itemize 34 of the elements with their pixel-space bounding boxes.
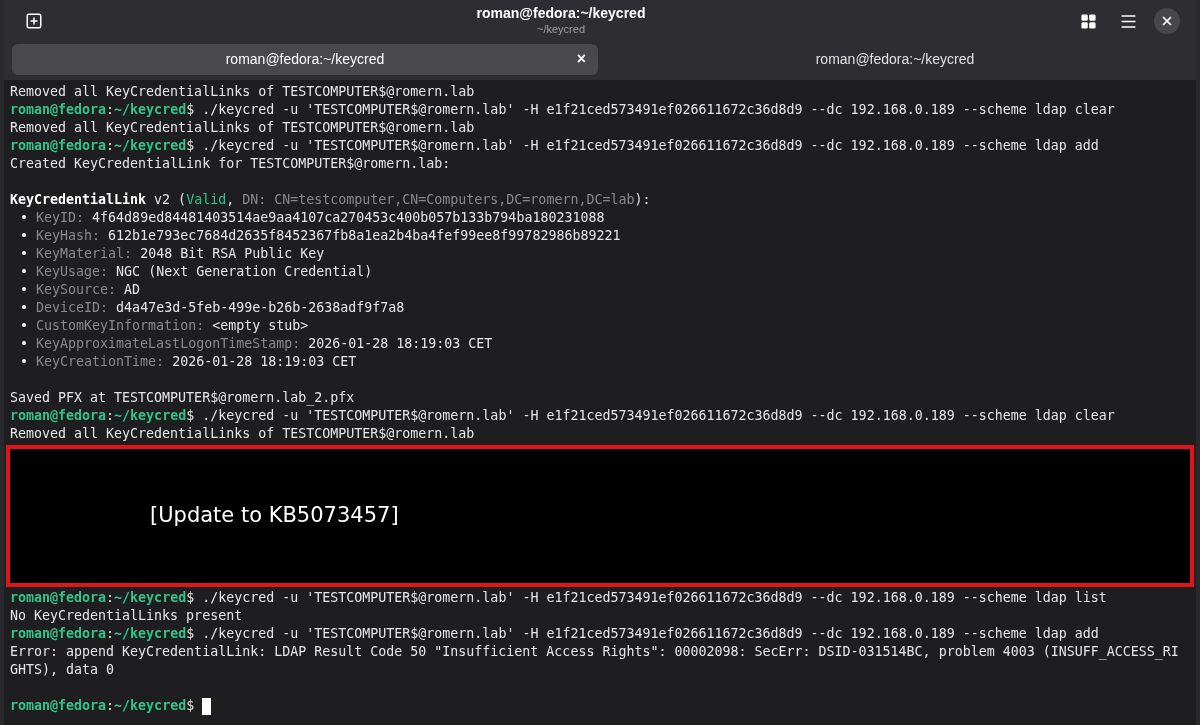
terminal-line: • KeyApproximateLastLogonTimeStamp: 2026-01-28 18:19:03 CET bbox=[19, 335, 493, 353]
terminal-line: Saved PFX at TESTCOMPUTER$@romern.lab_2.pfx bbox=[10, 389, 355, 407]
terminal-line: roman@fedora:~/keycred$ bbox=[10, 697, 195, 715]
terminal-line: roman@fedora:~/keycred$ ./keycred -u 'TESTCOMPUTER$@romern.lab' -H e1f21ced573491ef026611672c36d8d9 --dc 192.168.0.189 --scheme ldap add bbox=[10, 625, 1099, 643]
terminal-line: Removed all KeyCredentialLinks of TESTCOMPUTER$@romern.lab bbox=[10, 425, 475, 443]
terminal-line: • DeviceID: d4a47e3d-5feb-499e-b26b-2638adf9f7a8 bbox=[19, 299, 405, 317]
tab-close-button[interactable]: × bbox=[576, 47, 586, 71]
terminal-line: • KeyCreationTime: 2026-01-28 18:19:03 CET bbox=[19, 353, 357, 371]
terminal-line: No KeyCredentialLinks present bbox=[10, 607, 243, 625]
terminal-line: KeyCredentialLink v2 (Valid, DN: CN=testcomputer,CN=Computers,DC=romern,DC=lab): bbox=[10, 191, 651, 209]
terminal-line: roman@fedora:~/keycred$ ./keycred -u 'TESTCOMPUTER$@romern.lab' -H e1f21ced573491ef026611672c36d8d9 --dc 192.168.0.189 --scheme ldap list bbox=[10, 589, 1107, 607]
new-tab-icon bbox=[25, 12, 43, 30]
terminal-line: Created KeyCredentialLink for TESTCOMPUTER$@romern.lab: bbox=[10, 155, 451, 173]
terminal-line: • CustomKeyInformation: <empty stub> bbox=[19, 317, 309, 335]
terminal-tab[interactable]: roman@fedora:~/keycred × bbox=[12, 43, 598, 75]
terminal-line: • KeyHash: 612b1e793ec7684d2635f8452367fb8a1ea2b4ba4fef99ee8f99782986b89221 bbox=[19, 227, 621, 245]
terminal-line: roman@fedora:~/keycred$ ./keycred -u 'TESTCOMPUTER$@romern.lab' -H e1f21ced573491ef026611672c36d8d9 --dc 192.168.0.189 --scheme ldap clear bbox=[10, 101, 1115, 119]
terminal-line: • KeySource: AD bbox=[19, 281, 141, 299]
terminal-line: roman@fedora:~/keycred$ ./keycred -u 'TESTCOMPUTER$@romern.lab' -H e1f21ced573491ef026611672c36d8d9 --dc 192.168.0.189 --scheme ldap add bbox=[10, 137, 1099, 155]
terminal-line: Removed all KeyCredentialLinks of TESTCOMPUTER$@romern.lab bbox=[10, 83, 475, 101]
window-title: roman@fedora:~/keycred bbox=[476, 5, 646, 23]
terminal-line: GHTS), data 0 bbox=[10, 661, 115, 679]
terminal-line: Error: append KeyCredentialLink: LDAP Result Code 50 "Insufficient Access Rights": 00002098: SecErr: DSID-031514BC, problem 4003 (INSUFF_ACCESS_RI bbox=[10, 643, 1179, 661]
window-subtitle: ~/keycred bbox=[537, 22, 585, 37]
terminal-tab[interactable]: roman@fedora:~/keycred bbox=[602, 43, 1188, 75]
close-button[interactable] bbox=[1154, 8, 1180, 34]
terminal-line: • KeyMaterial: 2048 Bit RSA Public Key bbox=[19, 245, 325, 263]
terminal-line: • KeyID: 4f64d89ed84481403514ae9aa4107ca270453c400b057b133b794ba180231088 bbox=[19, 209, 605, 227]
close-icon bbox=[1160, 14, 1174, 28]
grid-icon bbox=[1079, 12, 1097, 30]
terminal-line: • KeyUsage: NGC (Next Generation Credential) bbox=[19, 263, 373, 281]
terminal-line: Removed all KeyCredentialLinks of TESTCOMPUTER$@romern.lab bbox=[10, 119, 475, 137]
annotation-text: [Update to KB5073457] bbox=[150, 502, 399, 530]
terminal-line: roman@fedora:~/keycred$ ./keycred -u 'TESTCOMPUTER$@romern.lab' -H e1f21ced573491ef026611672c36d8d9 --dc 192.168.0.189 --scheme ldap clear bbox=[10, 407, 1115, 425]
